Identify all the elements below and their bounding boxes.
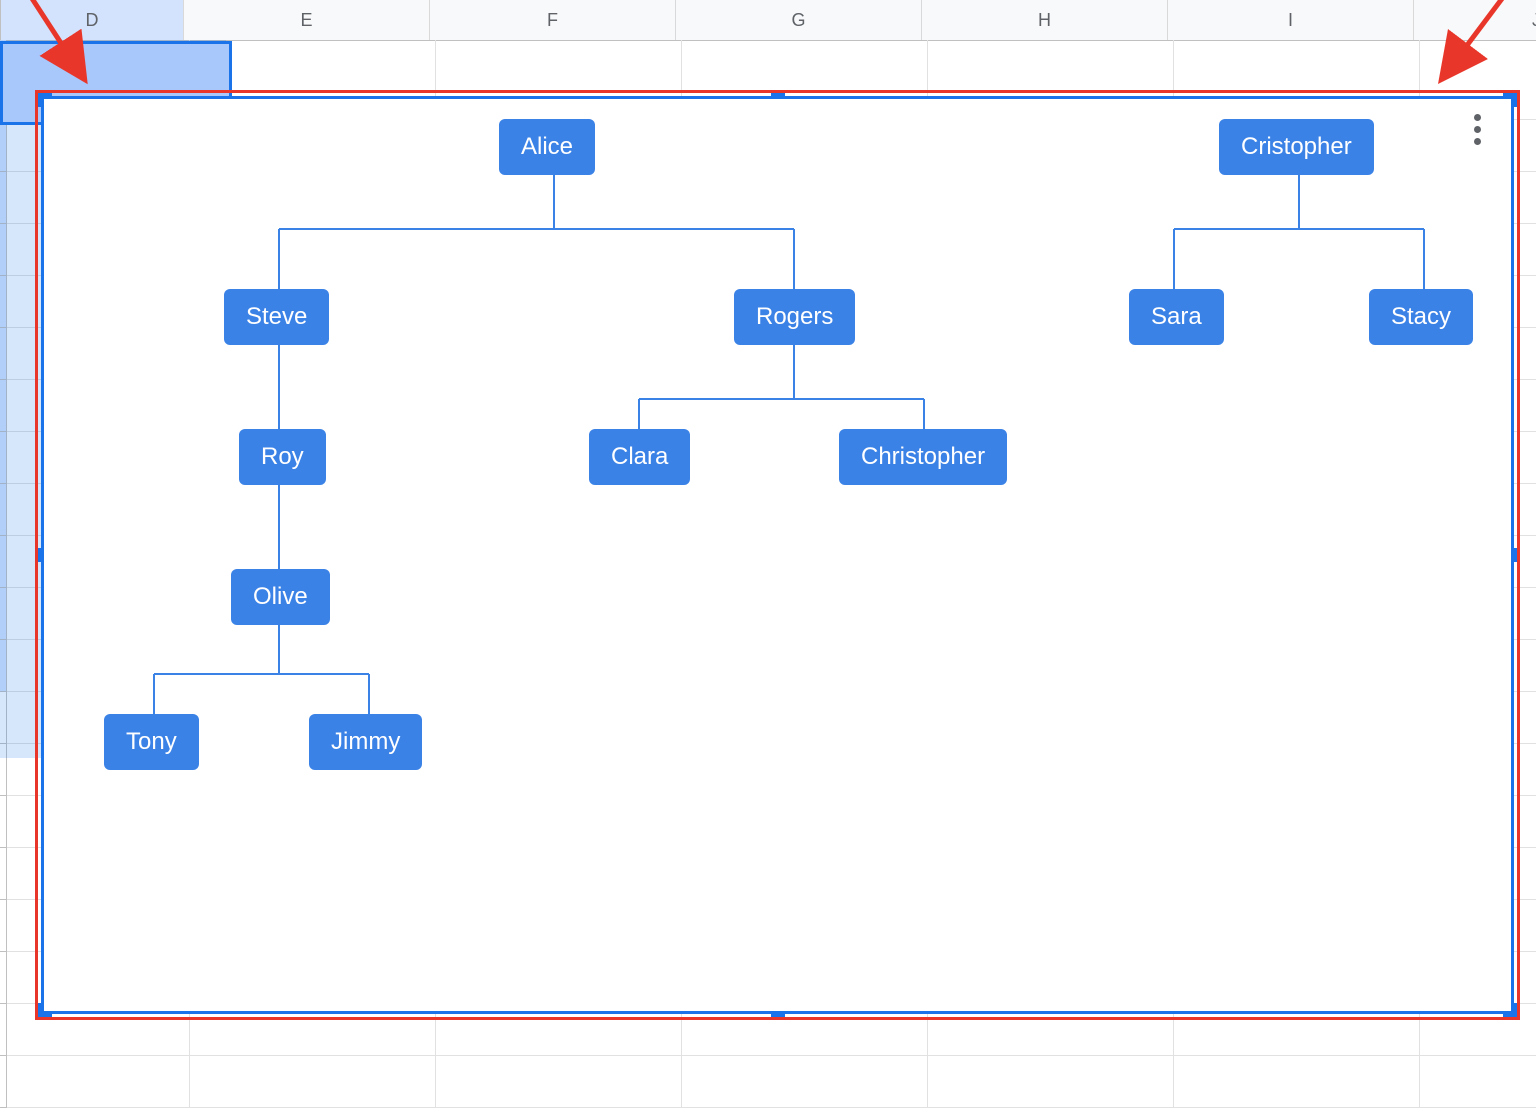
row-header[interactable] bbox=[0, 848, 7, 900]
org-node-roy[interactable]: Roy bbox=[239, 429, 326, 485]
row-header[interactable]: ye bbox=[0, 536, 7, 588]
row-header[interactable] bbox=[0, 1056, 7, 1108]
org-node-rogers[interactable]: Rogers bbox=[734, 289, 855, 345]
column-header[interactable]: E bbox=[184, 0, 430, 40]
row-header[interactable] bbox=[0, 40, 7, 120]
org-chart-connectors bbox=[44, 99, 1511, 1011]
grid-cell[interactable] bbox=[436, 1056, 682, 1108]
org-node-tony[interactable]: Tony bbox=[104, 714, 199, 770]
column-header[interactable]: F bbox=[430, 0, 676, 40]
column-header[interactable]: G bbox=[676, 0, 922, 40]
row-header[interactable]: ye bbox=[0, 172, 7, 224]
row-header[interactable] bbox=[0, 900, 7, 952]
org-node-jimmy[interactable]: Jimmy bbox=[309, 714, 422, 770]
org-node-alice[interactable]: Alice bbox=[499, 119, 595, 175]
grid-cell[interactable] bbox=[1420, 1056, 1536, 1108]
org-node-sara[interactable]: Sara bbox=[1129, 289, 1224, 345]
grid-cell[interactable] bbox=[190, 1056, 436, 1108]
row-header[interactable]: ye bbox=[0, 276, 7, 328]
row-header[interactable]: ea bbox=[0, 328, 7, 380]
column-header[interactable]: D bbox=[1, 0, 184, 40]
org-node-stacy[interactable]: Stacy bbox=[1369, 289, 1473, 345]
org-node-olive[interactable]: Olive bbox=[231, 569, 330, 625]
org-node-clara[interactable]: Clara bbox=[589, 429, 690, 485]
row-header[interactable]: ea bbox=[0, 380, 7, 432]
column-header[interactable]: H bbox=[922, 0, 1168, 40]
row-header[interactable]: ea bbox=[0, 588, 7, 640]
grid-row[interactable] bbox=[0, 1056, 1536, 1108]
row-header[interactable]: te bbox=[0, 120, 7, 172]
row-header[interactable]: ea bbox=[0, 484, 7, 536]
row-header[interactable]: ea bbox=[0, 224, 7, 276]
grid-cell[interactable] bbox=[682, 1056, 928, 1108]
column-header-row: D E F G H I J bbox=[0, 0, 1536, 41]
row-header[interactable]: ea bbox=[0, 432, 7, 484]
row-header[interactable] bbox=[0, 796, 7, 848]
chart-canvas[interactable]: Alice Steve Rogers Roy Clara Christopher… bbox=[44, 99, 1511, 1011]
row-header[interactable] bbox=[0, 744, 7, 796]
org-node-steve[interactable]: Steve bbox=[224, 289, 329, 345]
grid-cell[interactable] bbox=[928, 1056, 1174, 1108]
org-node-cristopher[interactable]: Cristopher bbox=[1219, 119, 1374, 175]
row-header[interactable]: ea bbox=[0, 640, 7, 692]
row-header[interactable] bbox=[0, 952, 7, 1004]
grid-cell[interactable] bbox=[1174, 1056, 1420, 1108]
grid-cell[interactable] bbox=[7, 1056, 190, 1108]
org-node-christopher[interactable]: Christopher bbox=[839, 429, 1007, 485]
column-header[interactable]: J bbox=[1414, 0, 1536, 40]
row-header[interactable] bbox=[0, 692, 7, 744]
row-header[interactable] bbox=[0, 1004, 7, 1056]
org-chart-object[interactable]: Alice Steve Rogers Roy Clara Christopher… bbox=[35, 90, 1520, 1020]
column-header[interactable]: I bbox=[1168, 0, 1414, 40]
